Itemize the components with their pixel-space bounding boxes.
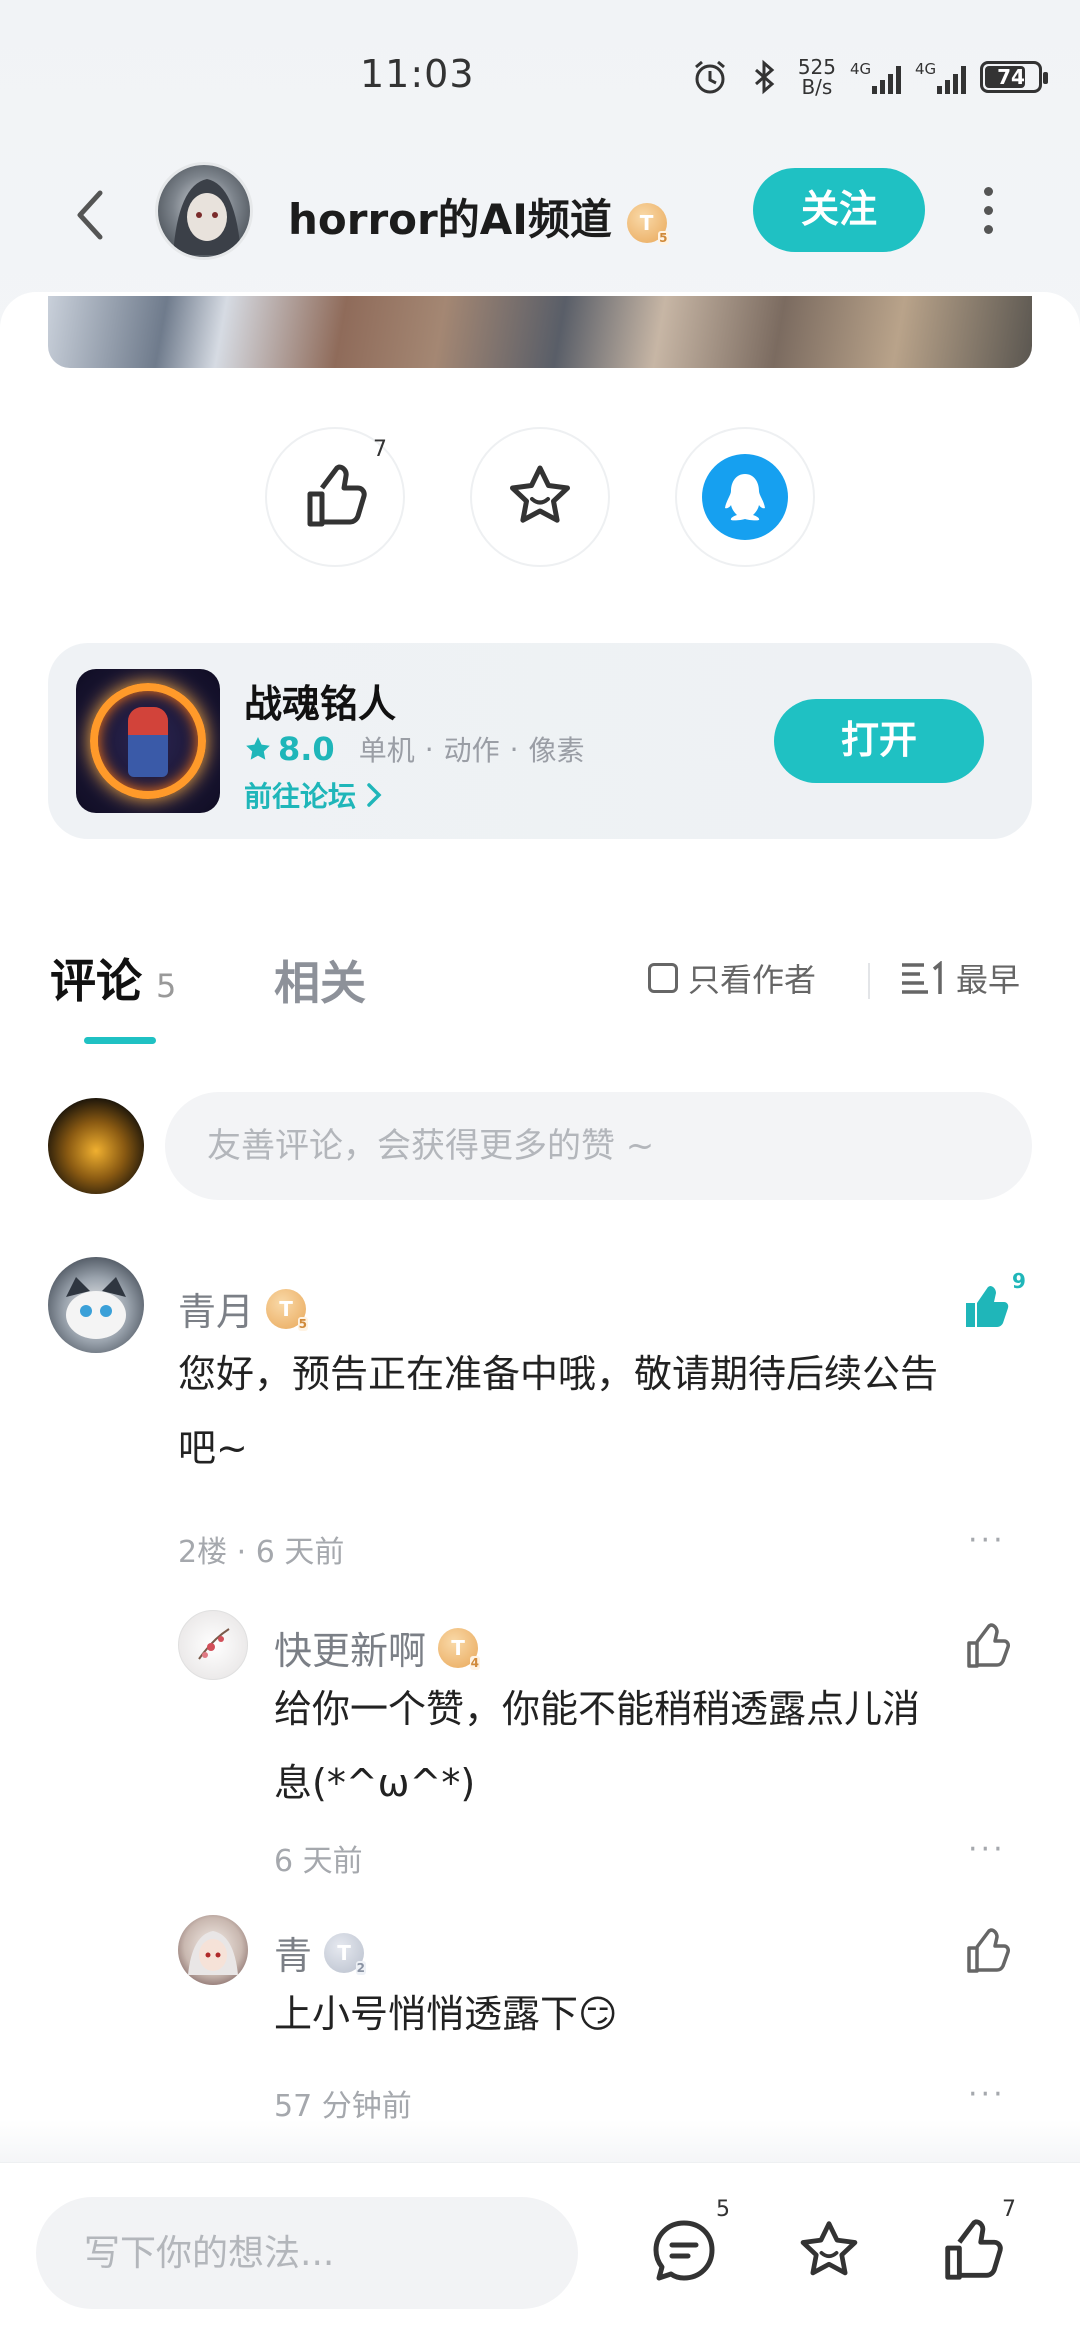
comment-count-badge: 5 bbox=[716, 2197, 730, 2222]
open-game-button[interactable]: 打开 bbox=[774, 699, 984, 783]
commenter-avatar[interactable] bbox=[48, 1257, 144, 1353]
share-qq-button[interactable] bbox=[675, 427, 815, 567]
game-tag: 单机 bbox=[358, 734, 415, 767]
forum-link[interactable]: 前往论坛 bbox=[244, 775, 382, 815]
favorite-button[interactable] bbox=[470, 427, 610, 567]
game-meta: 8.0 单机 · 动作 · 像素 bbox=[244, 729, 585, 769]
comment-tabs: 评论 5 相关 只看作者 最早 bbox=[0, 905, 1080, 1055]
like-bottom-button[interactable]: 7 bbox=[932, 2197, 1016, 2291]
comment-like-button[interactable] bbox=[962, 1281, 1018, 1337]
level-badge: T2 bbox=[324, 1932, 367, 1975]
game-tag: 动作 bbox=[443, 734, 500, 767]
level-badge: T4 bbox=[438, 1627, 481, 1670]
sort-button[interactable]: 最早 bbox=[900, 955, 1020, 1001]
level-badge: T5 bbox=[626, 202, 669, 245]
thumbs-up-icon bbox=[967, 1928, 1010, 1973]
battery-icon: 74 bbox=[980, 61, 1048, 93]
replier-name[interactable]: 青 T2 bbox=[274, 1925, 367, 1980]
bluetooth-icon bbox=[754, 59, 775, 95]
channel-name: horror的AI频道 bbox=[288, 195, 612, 244]
comment-like-count: 9 bbox=[1012, 1269, 1026, 1293]
reply-like-button[interactable] bbox=[964, 1927, 1020, 1983]
like-count-badge: 7 bbox=[1002, 2197, 1016, 2222]
my-avatar[interactable] bbox=[48, 1098, 144, 1194]
more-options-button[interactable] bbox=[968, 180, 1008, 240]
divider bbox=[868, 963, 870, 999]
comment-input[interactable] bbox=[165, 1092, 1032, 1200]
reply-more-button[interactable]: ··· bbox=[968, 2077, 1006, 2112]
channel-header: horror的AI频道 T5 关注 bbox=[0, 150, 1080, 300]
follow-button[interactable]: 关注 bbox=[753, 168, 925, 252]
thumbs-up-icon bbox=[307, 464, 367, 527]
status-icons: 525 B/s 4G 4G 74 bbox=[690, 55, 1048, 99]
post-image[interactable] bbox=[48, 296, 1032, 368]
game-name: 战魂铭人 bbox=[244, 682, 397, 726]
game-rating: 8.0 bbox=[244, 730, 335, 768]
reply-meta: 6 天前 bbox=[274, 1844, 363, 1879]
chevron-right-icon bbox=[367, 783, 382, 807]
star-smile-icon bbox=[800, 2221, 858, 2276]
back-button[interactable] bbox=[55, 180, 125, 250]
dot-icon bbox=[983, 186, 993, 196]
comments-button[interactable]: 5 bbox=[644, 2197, 730, 2291]
signal-sim2-icon: 4G bbox=[915, 60, 966, 94]
bottom-bar: 5 7 bbox=[0, 2162, 1080, 2340]
author-only-toggle[interactable]: 只看作者 bbox=[648, 955, 816, 1001]
write-thought-input[interactable] bbox=[36, 2197, 578, 2309]
commenter-name[interactable]: 青月 T5 bbox=[178, 1281, 309, 1336]
star-filled-icon bbox=[246, 737, 270, 760]
signal-sim1-icon: 4G bbox=[850, 60, 901, 94]
tab-comments[interactable]: 评论 5 bbox=[50, 945, 176, 1011]
comment-bubble-icon bbox=[653, 2220, 715, 2281]
comment-meta: 2楼 · 6 天前 bbox=[178, 1535, 345, 1570]
game-icon[interactable] bbox=[76, 669, 220, 813]
qq-penguin-icon bbox=[725, 474, 765, 521]
like-count: 7 bbox=[373, 437, 387, 462]
thumbs-up-icon bbox=[967, 1623, 1010, 1668]
alarm-icon bbox=[694, 60, 725, 94]
channel-avatar[interactable] bbox=[155, 162, 253, 260]
channel-title: horror的AI频道 T5 bbox=[288, 186, 669, 247]
reply-text: 给你一个赞，你能不能稍稍透露点儿消 息(*^ω^*) bbox=[274, 1687, 921, 1805]
game-card[interactable]: 战魂铭人 8.0 单机 · 动作 · 像素 前往论坛 打开 bbox=[48, 643, 1032, 839]
thumbs-up-filled-icon bbox=[966, 1286, 1009, 1327]
level-badge: T5 bbox=[266, 1288, 309, 1331]
chevron-left-icon bbox=[77, 190, 103, 240]
reply-meta: 57 分钟前 bbox=[274, 2089, 412, 2124]
sort-order-icon bbox=[902, 961, 942, 994]
replier-avatar[interactable] bbox=[178, 1610, 248, 1680]
tab-related[interactable]: 相关 bbox=[274, 947, 366, 1013]
dot-icon bbox=[983, 205, 993, 215]
comment-more-button[interactable]: ··· bbox=[968, 1523, 1006, 1558]
status-bar: 11:03 525 B/s 4G 4G 74 bbox=[0, 0, 1080, 150]
comment-count: 5 bbox=[156, 967, 177, 1005]
network-speed: 525 B/s bbox=[797, 55, 836, 99]
star-smile-icon bbox=[510, 465, 570, 523]
smirk-emoji: 😏 bbox=[578, 1992, 618, 2036]
game-tag: 像素 bbox=[528, 734, 585, 767]
comment-text: 您好，预告正在准备中哦，敬请期待后续公告 吧~ bbox=[178, 1352, 939, 1470]
replier-avatar[interactable] bbox=[178, 1915, 248, 1985]
reply-like-button[interactable] bbox=[964, 1622, 1020, 1678]
like-button[interactable]: 7 bbox=[265, 427, 405, 567]
status-time: 11:03 bbox=[360, 52, 475, 96]
active-tab-indicator bbox=[84, 1037, 156, 1044]
dot-separator: · bbox=[509, 732, 519, 766]
reply-text: 上小号悄悄透露下😏 bbox=[274, 1992, 618, 2036]
dot-icon bbox=[983, 224, 993, 234]
favorite-bottom-button[interactable] bbox=[789, 2211, 869, 2291]
post-actions: 7 bbox=[0, 427, 1080, 567]
dot-separator: · bbox=[424, 732, 434, 766]
replier-name[interactable]: 快更新啊 T4 bbox=[274, 1620, 481, 1675]
reply-more-button[interactable]: ··· bbox=[968, 1832, 1006, 1867]
thumbs-up-icon bbox=[945, 2219, 1003, 2280]
checkbox-icon[interactable] bbox=[648, 963, 678, 993]
post-card: 7 战魂铭人 8.0 单机 · 动作 · 像素 前往论坛 打开 bbox=[0, 292, 1080, 905]
